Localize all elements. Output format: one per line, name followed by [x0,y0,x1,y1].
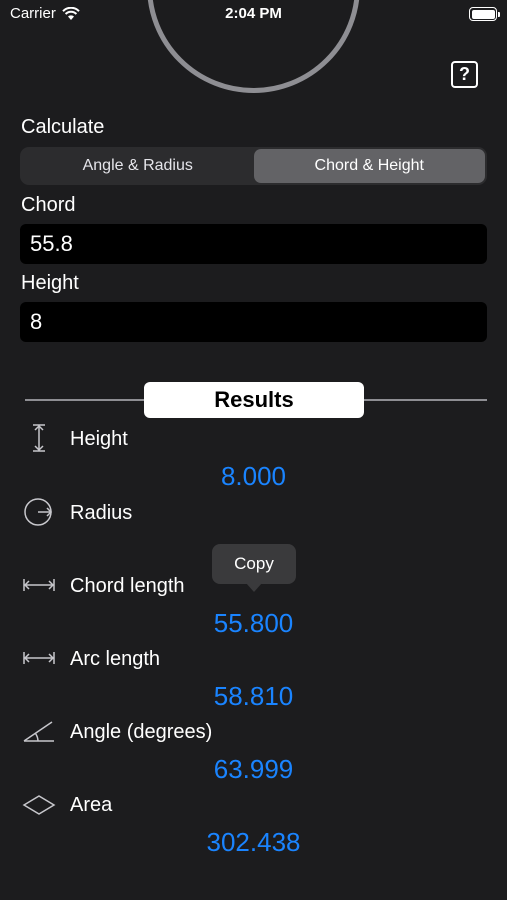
results-header: Results [144,382,364,418]
result-label-area: Area [70,794,113,816]
chord-icon [23,579,55,591]
result-value-height[interactable]: 8.000 [0,461,507,492]
arc-length-icon [23,652,55,664]
result-value-chord-length[interactable]: 55.800 [0,608,507,639]
result-label-angle: Angle (degrees) [70,721,213,743]
area-icon [22,795,56,815]
results-divider-right [363,399,487,401]
height-label: Height [21,272,79,294]
segment-diagram [147,0,360,93]
height-input[interactable]: 8 [20,302,487,342]
battery-icon [469,7,500,21]
result-value-angle[interactable]: 63.999 [0,754,507,785]
result-label-radius: Radius [70,502,133,524]
chord-input[interactable]: 55.8 [20,224,487,264]
result-value-arc-length[interactable]: 58.810 [0,681,507,712]
chord-label: Chord [21,194,76,216]
results-divider-left [25,399,145,401]
result-value-area[interactable]: 302.438 [0,827,507,858]
result-label-arc-length: Arc length [70,648,161,670]
copy-tooltip[interactable]: Copy [212,544,296,584]
calculate-mode-segmented-control: Angle & Radius Chord & Height [20,147,487,185]
radius-icon [24,498,53,526]
segment-angle-radius[interactable]: Angle & Radius [22,149,254,183]
result-label-height: Height [70,428,128,450]
segment-chord-height[interactable]: Chord & Height [253,149,485,183]
result-label-chord-length: Chord length [70,575,185,597]
calculate-label: Calculate [21,116,105,138]
help-button[interactable]: ? [451,61,478,88]
height-icon [33,424,45,452]
angle-icon [23,721,54,742]
copy-tooltip-tail [246,583,262,592]
